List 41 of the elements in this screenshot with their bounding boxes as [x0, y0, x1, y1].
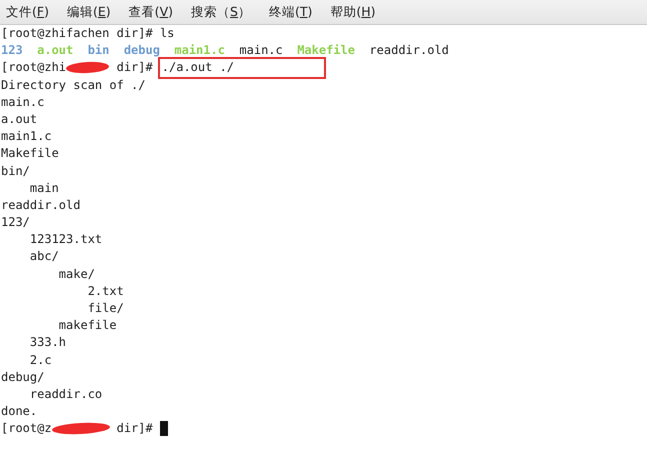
tree-entry: readdir.co [28, 386, 102, 403]
prompt-text: [root@zhi [1, 59, 66, 76]
tree-entry: 2.c [28, 352, 52, 369]
tree-entry: bin/ [1, 162, 30, 180]
tree-entry: abc/ [28, 248, 59, 266]
prompt-text: dir]# [116, 420, 153, 438]
tree-entry: 123/ [1, 214, 30, 232]
file-name: a.out [37, 42, 74, 60]
tree-entry: debug/ [1, 368, 44, 386]
file-name: 123 [1, 42, 23, 60]
tree-entry: 2.txt [86, 282, 124, 300]
tree-entry: 123123.txt [28, 231, 102, 248]
file-name: Makefile [297, 42, 355, 60]
tree-entry: readdir.old [1, 196, 80, 214]
menu-item[interactable]: 帮助(H) [330, 4, 376, 20]
tree-entry: file/ [86, 300, 124, 317]
prompt-text: [root@z [1, 420, 52, 438]
prompt-text: [root@zhifachen dir]# [1, 25, 153, 42]
tree-entry: main1.c [1, 128, 52, 146]
menu-item[interactable]: 文件(F) [6, 4, 49, 20]
menu-item[interactable]: 编辑(E) [66, 4, 111, 20]
output-text: done. [1, 403, 38, 420]
file-name: readdir.old [369, 42, 449, 60]
file-name: main.c [239, 42, 283, 60]
menu-item[interactable]: 查看(V) [128, 4, 174, 20]
menu-item[interactable]: 搜索（S） [191, 4, 251, 20]
tree-entry: makefile [58, 317, 117, 334]
menu-item[interactable]: 终端(T) [268, 4, 312, 20]
tree-entry: Makefile [1, 145, 59, 162]
tree-entry: 333.h [28, 334, 66, 352]
tree-entry: make/ [58, 266, 95, 283]
file-name: debug [124, 42, 160, 60]
file-name: bin [88, 42, 110, 60]
prompt-text: dir]# [116, 59, 153, 76]
output-text: Directory scan of ./ [1, 76, 146, 94]
tree-entry: a.out [1, 110, 38, 128]
tree-entry: main [28, 180, 59, 197]
tree-entry: main.c [1, 94, 44, 111]
file-name: main1.c [174, 42, 225, 60]
highlighted-command: ./a.out ./ [158, 57, 326, 79]
command-text: ls [160, 25, 174, 42]
